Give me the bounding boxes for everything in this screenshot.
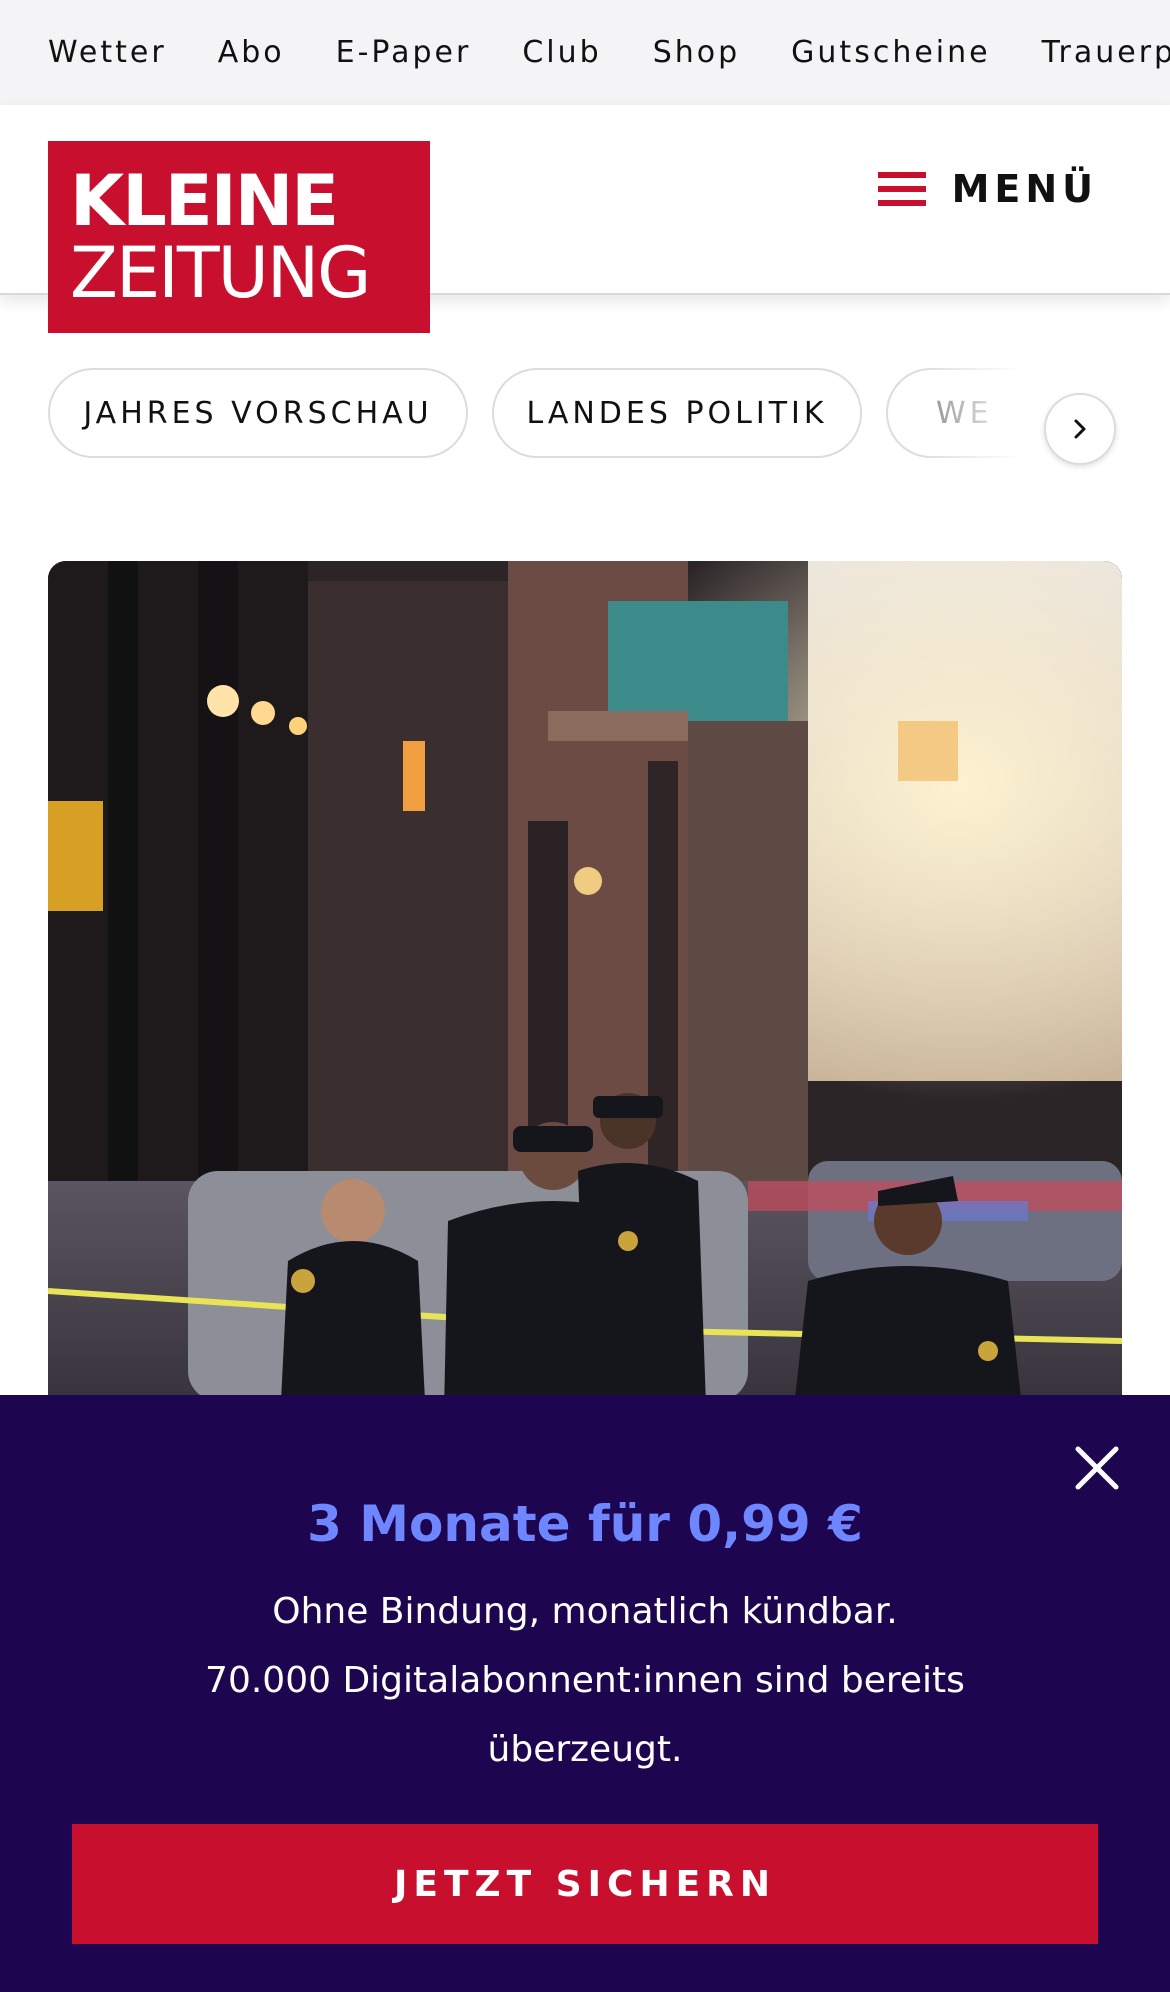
logo-line-2: ZEITUNG: [70, 232, 371, 314]
nav-link-wetter[interactable]: Wetter: [48, 35, 167, 70]
category-chips: JAHRES VORSCHAU LANDES POLITIK WE: [0, 368, 1170, 460]
subscription-promo: 3 Monate für 0,99 € Ohne Bindung, monatl…: [0, 1395, 1170, 1992]
site-logo[interactable]: KLEINE ZEITUNG: [48, 141, 430, 333]
site-header: KLEINE ZEITUNG MENÜ: [0, 105, 1170, 333]
nav-link-club[interactable]: Club: [522, 35, 601, 70]
promo-line-2: 70.000 Digitalabonnent:innen sind bereit…: [205, 1660, 965, 1770]
nav-link-abo[interactable]: Abo: [218, 35, 285, 70]
hamburger-icon: [877, 172, 926, 206]
nav-link-shop[interactable]: Shop: [653, 35, 740, 70]
logo-line-1: KLEINE: [70, 160, 339, 242]
chip-jahresvorschau[interactable]: JAHRES VORSCHAU: [48, 368, 468, 458]
close-icon: [1075, 1446, 1119, 1490]
promo-description: Ohne Bindung, monatlich kündbar. 70.000 …: [150, 1577, 1020, 1784]
utility-nav: Wetter Abo E-Paper Club Shop Gutscheine …: [0, 0, 1170, 105]
hero-photo: [48, 561, 1122, 1461]
menu-label: MENÜ: [951, 167, 1098, 211]
nav-link-trauerportal[interactable]: Trauerportal: [1042, 35, 1170, 70]
promo-title: 3 Monate für 0,99 €: [307, 1495, 863, 1553]
subscribe-button[interactable]: JETZT SICHERN: [72, 1824, 1098, 1944]
nav-link-epaper[interactable]: E-Paper: [336, 35, 472, 70]
chevron-right-icon: [1074, 419, 1086, 439]
nav-link-gutscheine[interactable]: Gutscheine: [791, 35, 990, 70]
hero-image[interactable]: [48, 561, 1122, 1461]
menu-button[interactable]: MENÜ: [877, 167, 1098, 211]
chips-next-button[interactable]: [1044, 393, 1116, 465]
promo-line-1: Ohne Bindung, monatlich kündbar.: [272, 1591, 898, 1632]
close-promo-button[interactable]: [1074, 1445, 1120, 1491]
chip-fade-overlay: [920, 368, 1170, 460]
chip-landespolitik[interactable]: LANDES POLITIK: [492, 368, 862, 458]
